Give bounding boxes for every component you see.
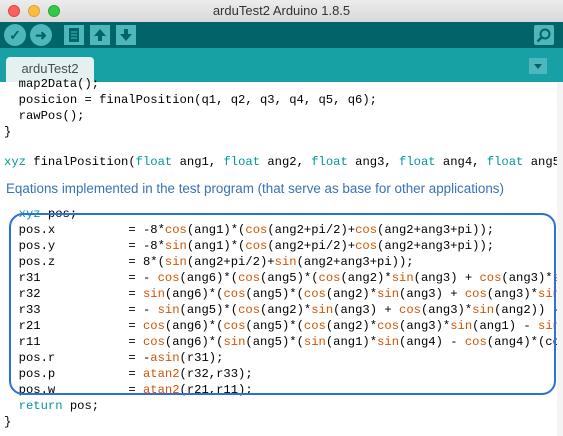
code-line: return pos; (18, 399, 100, 413)
code-line: } (4, 415, 12, 429)
arrow-down-icon (120, 29, 132, 41)
highlight-box (9, 213, 556, 395)
save-button[interactable] (116, 25, 136, 45)
title-bar: arduTest2 Arduino 1.8.5 (0, 0, 563, 23)
toolbar: ✓ ➜ (0, 22, 563, 48)
code-line: xyz finalPosition(float ang1, float ang2… (4, 155, 563, 169)
open-button[interactable] (90, 25, 110, 45)
serial-monitor-button[interactable] (534, 25, 554, 45)
upload-button[interactable]: ➜ (30, 24, 52, 46)
document-icon (69, 28, 79, 42)
window-title: arduTest2 Arduino 1.8.5 (212, 3, 351, 18)
annotation-caption: Eqations implemented in the test program… (6, 181, 504, 196)
vertical-scrollbar[interactable] (557, 82, 563, 436)
arrow-right-icon: ➜ (35, 27, 47, 43)
checkmark-icon: ✓ (9, 27, 21, 43)
code-line: } (4, 125, 12, 139)
code-line: map2Data(); (4, 77, 100, 91)
chevron-down-icon (534, 64, 542, 69)
arrow-up-icon (94, 29, 106, 41)
code-line: rawPos(); (4, 109, 85, 123)
new-button[interactable] (64, 25, 84, 45)
magnifier-icon (536, 28, 551, 43)
code-line: posicion = finalPosition(q1, q2, q3, q4,… (4, 93, 377, 107)
verify-button[interactable]: ✓ (4, 24, 26, 46)
tab-menu-button[interactable] (529, 58, 547, 74)
